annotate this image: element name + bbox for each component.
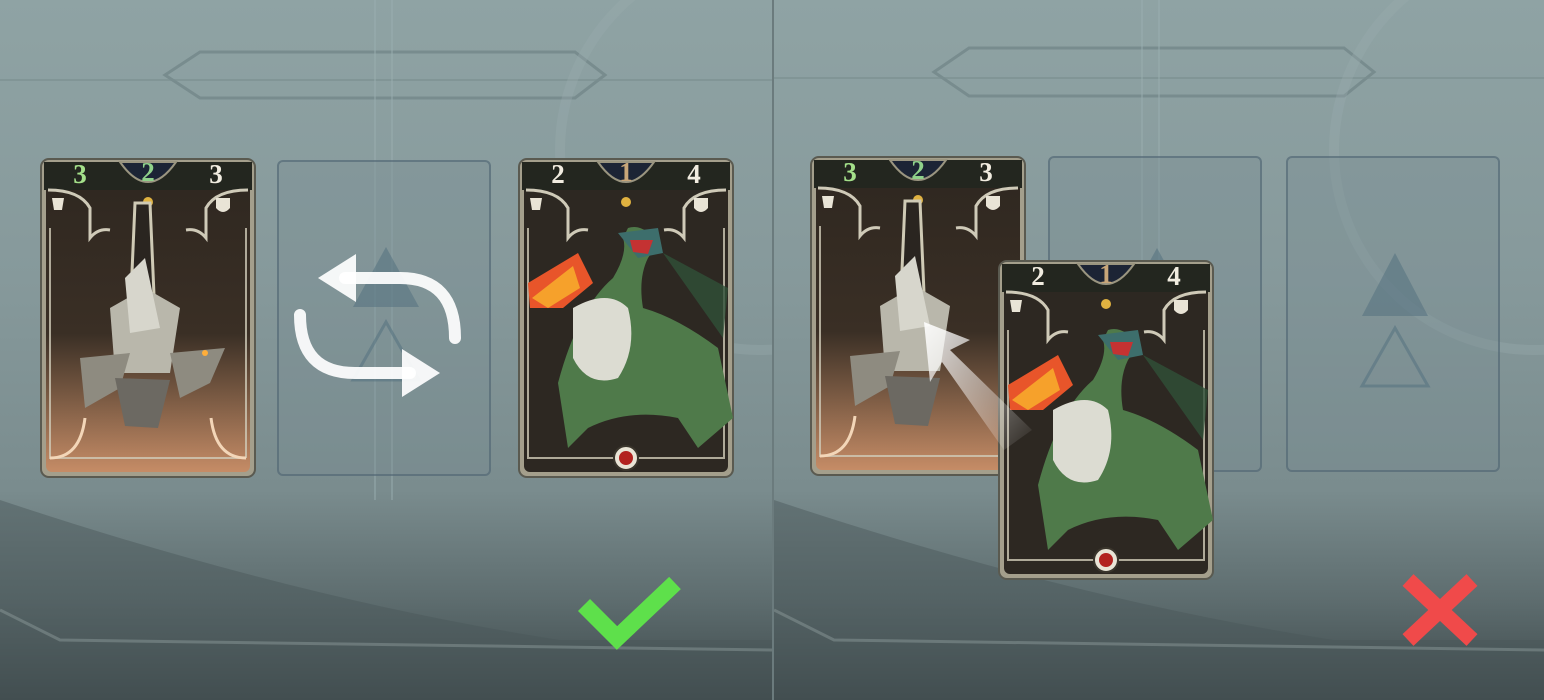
- attack-value: 2: [551, 159, 565, 189]
- health-value: 4: [1167, 261, 1181, 291]
- cost-value: 2: [911, 155, 925, 185]
- spike-creature-card[interactable]: 3 2 3: [40, 158, 256, 478]
- cost-value: 1: [1099, 259, 1113, 289]
- dragged-wyvern-card[interactable]: 2 1 4: [998, 260, 1214, 580]
- correct-example-panel: 3 2 3 2 1 4: [0, 0, 772, 700]
- card-frame: [998, 260, 1214, 580]
- empty-board-slot[interactable]: [1286, 156, 1500, 472]
- incorrect-example-panel: 3 2 3 2 1 4: [772, 0, 1544, 700]
- health-value: 3: [979, 157, 993, 187]
- health-value: 3: [209, 159, 223, 189]
- cost-value: 1: [619, 157, 633, 187]
- wyvern-creature-card[interactable]: 2 1 4: [518, 158, 734, 478]
- attack-value: 3: [73, 159, 87, 189]
- spike-creature-card[interactable]: 3 2 3: [810, 156, 1026, 476]
- health-value: 4: [687, 159, 701, 189]
- card-frame: [40, 158, 256, 478]
- attack-value: 2: [1031, 261, 1045, 291]
- card-frame: [810, 156, 1026, 476]
- attack-value: 3: [843, 157, 857, 187]
- empty-board-slot[interactable]: [277, 160, 491, 476]
- cost-value: 2: [141, 157, 155, 187]
- card-frame: [518, 158, 734, 478]
